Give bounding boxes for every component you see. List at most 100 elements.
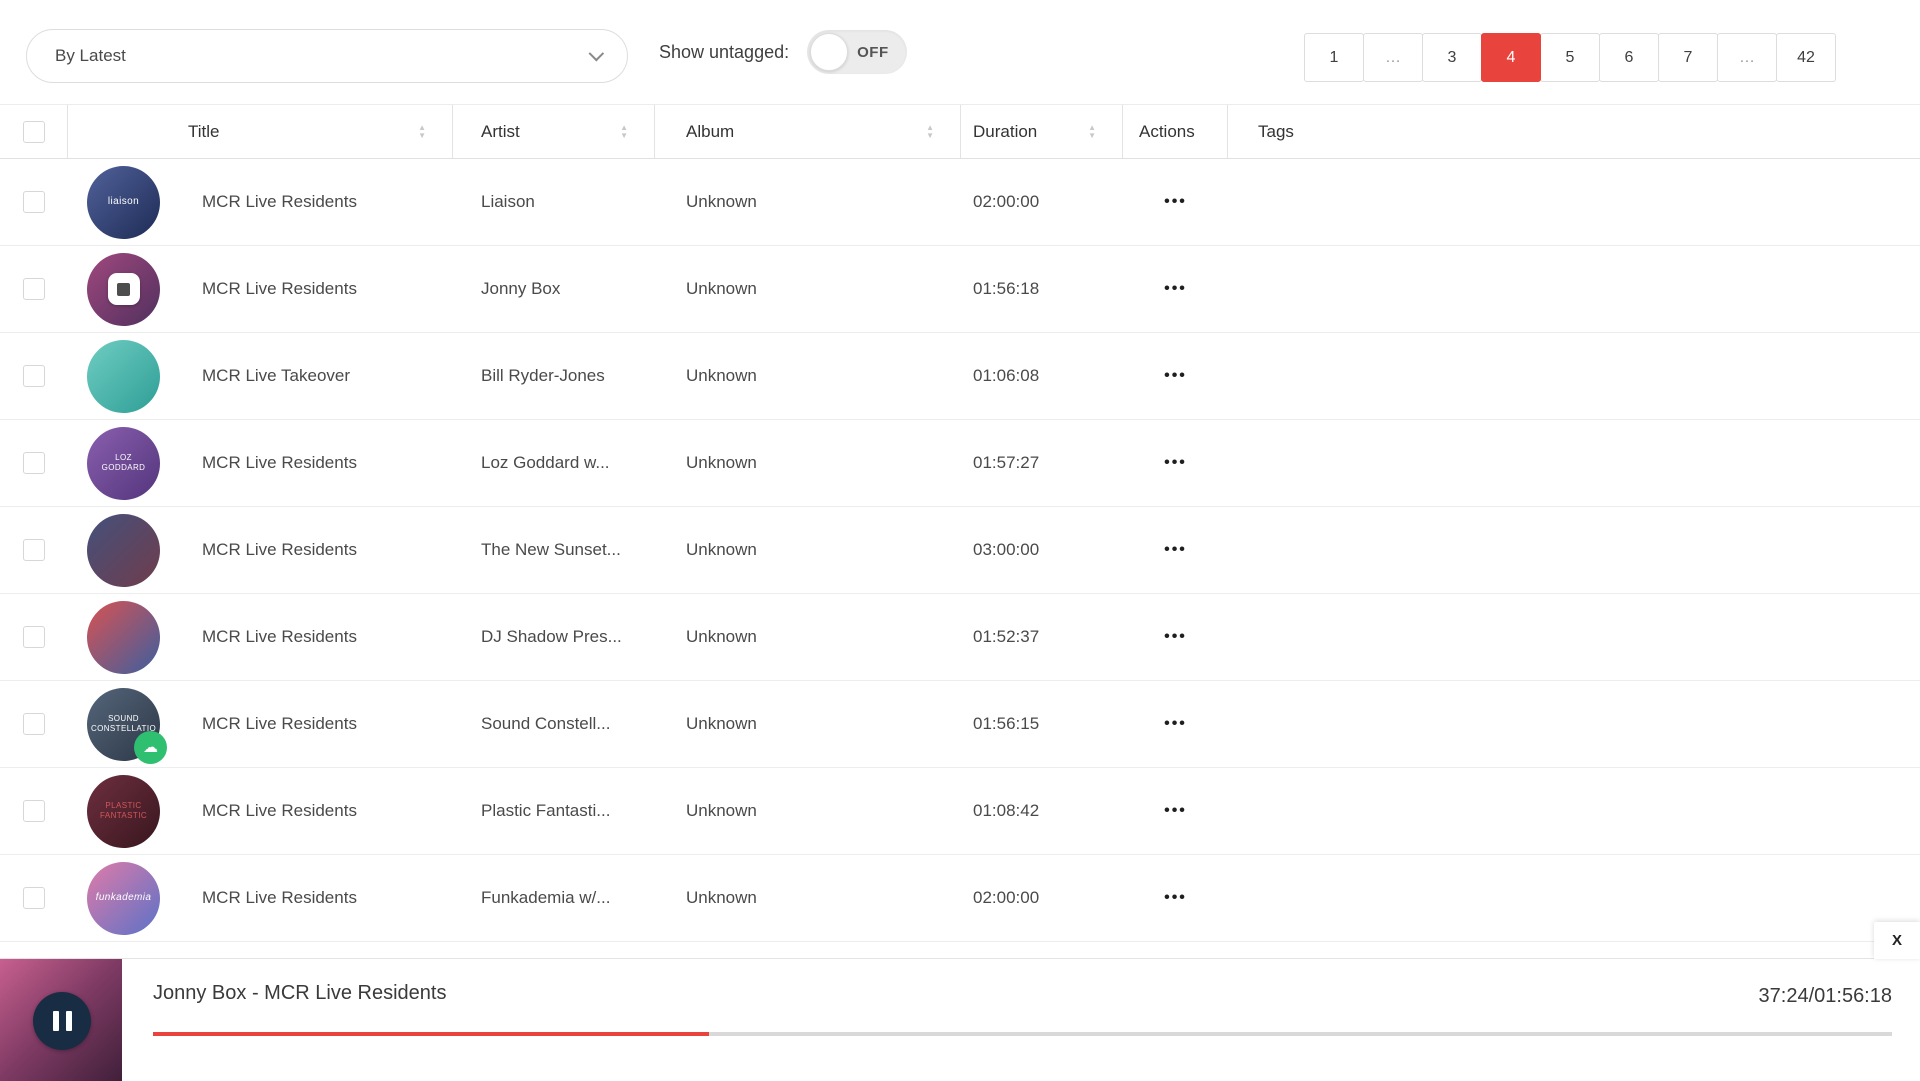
row-artist: The New Sunset... bbox=[481, 540, 621, 559]
page-button-42[interactable]: 42 bbox=[1776, 33, 1836, 82]
table-row: SOUND CONSTELLATIO ☁ MCR Live Residents … bbox=[0, 681, 1920, 768]
row-checkbox[interactable] bbox=[23, 800, 45, 822]
row-album: Unknown bbox=[686, 888, 757, 907]
album-art-thumbnail[interactable] bbox=[87, 513, 160, 587]
page-button-3[interactable]: 3 bbox=[1422, 33, 1482, 82]
row-duration: 01:06:08 bbox=[973, 366, 1040, 385]
player-progress-fill bbox=[153, 1032, 710, 1036]
pause-icon bbox=[65, 1011, 72, 1031]
row-duration: 01:52:37 bbox=[973, 627, 1040, 646]
row-checkbox[interactable] bbox=[23, 191, 45, 213]
row-duration: 01:56:18 bbox=[973, 279, 1040, 298]
thumb-text bbox=[87, 514, 160, 587]
sort-dropdown-label: By Latest bbox=[55, 46, 126, 65]
header-duration: Duration bbox=[973, 121, 1038, 141]
table-row: MCR Live Residents The New Sunset... Unk… bbox=[0, 507, 1920, 594]
row-artist: Jonny Box bbox=[481, 279, 561, 298]
row-checkbox[interactable] bbox=[23, 539, 45, 561]
row-duration: 03:00:00 bbox=[973, 540, 1040, 559]
pause-button[interactable] bbox=[33, 992, 91, 1050]
album-art-thumbnail[interactable] bbox=[87, 600, 160, 674]
page-button-5[interactable]: 5 bbox=[1540, 33, 1600, 82]
row-actions-menu-icon[interactable]: ••• bbox=[1164, 628, 1187, 646]
thumb-text: LOZ GODDARD bbox=[101, 453, 146, 472]
table-row: liaison MCR Live Residents Liaison Unkno… bbox=[0, 159, 1920, 246]
player-track-title: Jonny Box - MCR Live Residents bbox=[153, 982, 447, 1004]
row-album: Unknown bbox=[686, 279, 757, 298]
row-artist: Loz Goddard w... bbox=[481, 453, 610, 472]
row-artist: Sound Constell... bbox=[481, 714, 611, 733]
page-button-6[interactable]: 6 bbox=[1599, 33, 1659, 82]
row-checkbox[interactable] bbox=[23, 365, 45, 387]
row-checkbox[interactable] bbox=[23, 452, 45, 474]
sort-title-icon[interactable]: ▲ ▼ bbox=[418, 124, 426, 140]
header-title: Title bbox=[188, 121, 220, 141]
sort-album-icon[interactable]: ▲ ▼ bbox=[926, 124, 934, 140]
row-actions-menu-icon[interactable]: ••• bbox=[1164, 889, 1187, 907]
row-artist: Bill Ryder-Jones bbox=[481, 366, 605, 385]
row-actions-menu-icon[interactable]: ••• bbox=[1164, 367, 1187, 385]
show-untagged-label: Show untagged: bbox=[659, 41, 790, 62]
page-button-4-active[interactable]: 4 bbox=[1481, 33, 1541, 82]
album-art-thumbnail[interactable] bbox=[87, 339, 160, 413]
album-art-thumbnail[interactable]: funkademia bbox=[87, 861, 160, 935]
player-progress-bar[interactable] bbox=[153, 1032, 1892, 1036]
row-actions-menu-icon[interactable]: ••• bbox=[1164, 454, 1187, 472]
row-checkbox[interactable] bbox=[23, 278, 45, 300]
album-art-thumbnail[interactable]: PLASTIC FANTASTIC bbox=[87, 774, 160, 848]
row-actions-menu-icon[interactable]: ••• bbox=[1164, 280, 1187, 298]
page-button-7[interactable]: 7 bbox=[1658, 33, 1718, 82]
row-album: Unknown bbox=[686, 366, 757, 385]
row-album: Unknown bbox=[686, 192, 757, 211]
row-checkbox[interactable] bbox=[23, 713, 45, 735]
select-all-checkbox[interactable] bbox=[22, 120, 45, 143]
thumb-text: funkademia bbox=[95, 891, 152, 903]
row-duration: 02:00:00 bbox=[973, 192, 1040, 211]
show-untagged-toggle[interactable]: OFF bbox=[807, 30, 908, 74]
album-art-thumbnail[interactable] bbox=[87, 252, 160, 326]
table-row: MCR Live Residents Jonny Box Unknown 01:… bbox=[0, 246, 1920, 333]
row-duration: 01:56:15 bbox=[973, 714, 1040, 733]
thumb-text bbox=[87, 340, 160, 413]
toolbar: By Latest Show untagged: OFF 1 … 3 4 5 6… bbox=[0, 0, 1920, 104]
header-tags: Tags bbox=[1258, 121, 1294, 141]
table-row: MCR Live Residents DJ Shadow Pres... Unk… bbox=[0, 594, 1920, 681]
row-artist: DJ Shadow Pres... bbox=[481, 627, 622, 646]
row-actions-menu-icon[interactable]: ••• bbox=[1164, 193, 1187, 211]
row-actions-menu-icon[interactable]: ••• bbox=[1164, 541, 1187, 559]
row-duration: 01:57:27 bbox=[973, 453, 1040, 472]
page-ellipsis: … bbox=[1717, 33, 1777, 82]
row-title: MCR Live Residents bbox=[202, 801, 357, 820]
row-actions-menu-icon[interactable]: ••• bbox=[1164, 802, 1187, 820]
album-art-thumbnail[interactable]: SOUND CONSTELLATIO ☁ bbox=[87, 687, 167, 764]
row-checkbox[interactable] bbox=[23, 626, 45, 648]
thumb-text: liaison bbox=[107, 195, 140, 207]
sort-artist-icon[interactable]: ▲ ▼ bbox=[620, 124, 628, 140]
show-untagged-group: Show untagged: OFF bbox=[659, 0, 908, 104]
cloud-upload-icon: ☁ bbox=[134, 730, 167, 764]
stop-icon[interactable] bbox=[107, 273, 140, 305]
row-duration: 01:08:42 bbox=[973, 801, 1040, 820]
header-album: Album bbox=[686, 121, 735, 141]
sort-dropdown[interactable]: By Latest bbox=[26, 29, 628, 83]
table-header: Title ▲ ▼ Artist ▲ ▼ Album ▲ ▼ Duration ▲ ▼ … bbox=[0, 104, 1920, 159]
table-row: funkademia MCR Live Residents Funkademia… bbox=[0, 855, 1920, 942]
chevron-down-icon bbox=[588, 45, 605, 61]
row-title: MCR Live Residents bbox=[202, 192, 357, 211]
track-list: liaison MCR Live Residents Liaison Unkno… bbox=[0, 159, 1920, 942]
table-row: LOZ GODDARD MCR Live Residents Loz Godda… bbox=[0, 420, 1920, 507]
album-art-thumbnail[interactable]: liaison bbox=[87, 165, 160, 239]
row-artist: Funkademia w/... bbox=[481, 888, 611, 907]
player-time: 37:24/01:56:18 bbox=[1758, 985, 1892, 1007]
row-artist: Liaison bbox=[481, 192, 535, 211]
album-art-thumbnail[interactable]: LOZ GODDARD bbox=[87, 426, 160, 500]
sort-duration-icon[interactable]: ▲ ▼ bbox=[1088, 124, 1096, 140]
toggle-state-label: OFF bbox=[857, 43, 889, 61]
row-album: Unknown bbox=[686, 801, 757, 820]
row-checkbox[interactable] bbox=[23, 887, 45, 909]
row-actions-menu-icon[interactable]: ••• bbox=[1164, 715, 1187, 733]
row-duration: 02:00:00 bbox=[973, 888, 1040, 907]
page-button-1[interactable]: 1 bbox=[1304, 33, 1364, 82]
player-close-button[interactable]: X bbox=[1874, 922, 1920, 959]
row-title: MCR Live Residents bbox=[202, 453, 357, 472]
